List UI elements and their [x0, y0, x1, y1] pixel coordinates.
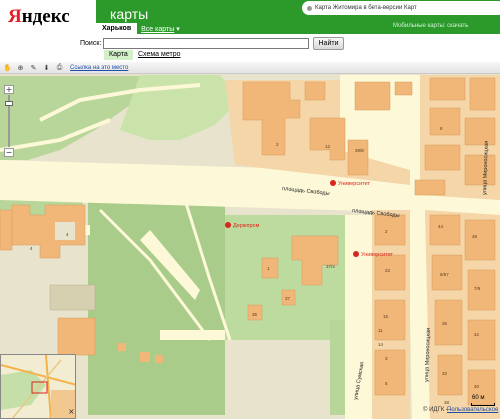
house-number: 38 [444, 400, 450, 405]
house-number: 40 [474, 384, 480, 389]
search-input[interactable] [103, 38, 309, 49]
tab-map[interactable]: Карта [104, 50, 133, 60]
zoom-control: + − [4, 85, 14, 157]
terms-link[interactable]: Пользовательское [447, 407, 498, 413]
print-icon[interactable]: ⎙ [55, 63, 64, 72]
yandex-logo[interactable]: Яндекс [0, 0, 96, 34]
yandex-maps-page: Яндекс карты Карта Житомира в бета-верси… [0, 0, 500, 419]
house-number: 11 [378, 328, 383, 333]
promo-text: Карта Житомира в бета-версии Карт [315, 5, 417, 11]
scale-bar [471, 403, 495, 406]
zoom-in-button[interactable]: + [4, 85, 14, 94]
metro-icon-university-1[interactable] [330, 180, 336, 186]
search-label: Поиск: [80, 40, 102, 47]
building-east-4 [374, 349, 406, 396]
zoom-out-button[interactable]: − [4, 148, 14, 157]
road-park-south [160, 330, 225, 340]
promo-banner[interactable]: Карта Житомира в бета-версии Карт [302, 1, 500, 15]
park-area-center [225, 215, 345, 340]
ruler-icon[interactable]: ✎ [29, 63, 38, 72]
building-east-1 [374, 214, 406, 246]
house-number: 14 [378, 342, 384, 347]
metro-label-university-2[interactable]: Университет [361, 252, 393, 258]
park-area-south [88, 200, 225, 415]
tab-metro-scheme[interactable]: Схема метро [138, 50, 181, 60]
search-button[interactable]: Найти [313, 37, 344, 50]
building-8 [469, 77, 496, 111]
minimap-layer [1, 355, 75, 418]
building-west-edge [0, 209, 13, 251]
building-6 [394, 81, 413, 96]
building-3 [347, 139, 369, 176]
zoom-slider-thumb[interactable] [5, 101, 13, 106]
building-east-3 [374, 299, 406, 341]
hand-icon[interactable]: ✋ [3, 63, 12, 72]
building-east-9 [434, 299, 463, 346]
building-small-6 [118, 343, 126, 351]
building-east-6 [464, 219, 496, 261]
city-bar: Харьков Все карты ▾ [96, 23, 206, 34]
promo-bullet-icon [307, 5, 312, 11]
all-maps-dropdown-icon[interactable]: ▾ [176, 25, 180, 34]
house-number: 37/3 [326, 264, 335, 269]
metro-icon-university-2[interactable] [353, 251, 359, 257]
building-10 [464, 117, 496, 146]
logo-text: ндекс [21, 6, 70, 27]
metro-label-derzhprom[interactable]: Держпром [233, 223, 260, 229]
building-4 [304, 81, 326, 101]
house-number: 48 [472, 234, 478, 239]
city-tab[interactable]: Харьков [96, 23, 138, 34]
building-east-10 [467, 319, 496, 361]
logo-letter: Я [8, 6, 22, 27]
house-number: 6/57 [440, 272, 449, 277]
minimap-close-button[interactable]: × [68, 407, 75, 416]
mobile-maps-label: Мобильные карты: [393, 23, 446, 29]
overview-minimap[interactable] [0, 354, 76, 419]
building-small-4 [140, 352, 150, 362]
metro-icon-derzhprom[interactable] [225, 222, 231, 228]
ground-area [0, 262, 55, 350]
all-maps-link[interactable]: Все карты [141, 25, 174, 34]
building-13 [414, 179, 446, 196]
download-icon[interactable]: ⬇ [42, 63, 51, 72]
building-5 [354, 81, 391, 111]
scale-label: 60 м [472, 395, 485, 401]
building-11 [424, 144, 461, 171]
building-east-5 [429, 214, 461, 246]
house-number: 15 [383, 314, 389, 319]
link-to-place[interactable]: Ссылка на это место [70, 65, 128, 71]
map-toolbar: ✋ ⊕ ✎ ⬇ ⎙ Ссылка на это место [0, 62, 500, 74]
building-east-8 [467, 269, 496, 311]
building-9 [429, 107, 461, 136]
house-number: 35 [252, 312, 258, 317]
house-number: 39/8 [355, 148, 364, 153]
house-number: 32 [442, 371, 448, 376]
metro-label-university-1[interactable]: Университет [338, 181, 370, 187]
house-number: 7/9 [474, 286, 481, 291]
building-small-1 [261, 257, 279, 279]
building-small-5 [155, 355, 163, 363]
house-number: 44 [438, 224, 444, 229]
mobile-maps-download[interactable]: скачать [447, 23, 468, 29]
product-title: карты [110, 6, 149, 22]
building-courtyard [55, 222, 75, 240]
building-12 [464, 154, 496, 186]
house-number: 36 [442, 321, 448, 326]
mobile-maps-link[interactable]: Мобильные карты: скачать [393, 23, 468, 29]
house-number: 4 [30, 246, 33, 251]
building-south-west [57, 317, 96, 356]
house-number: 42 [474, 332, 480, 337]
building-grey [49, 284, 96, 311]
building-7 [429, 77, 466, 101]
house-number: 37 [285, 296, 291, 301]
house-number: 22 [385, 268, 391, 273]
zoom-area-icon[interactable]: ⊕ [16, 63, 25, 72]
house-number: 12 [325, 144, 331, 149]
